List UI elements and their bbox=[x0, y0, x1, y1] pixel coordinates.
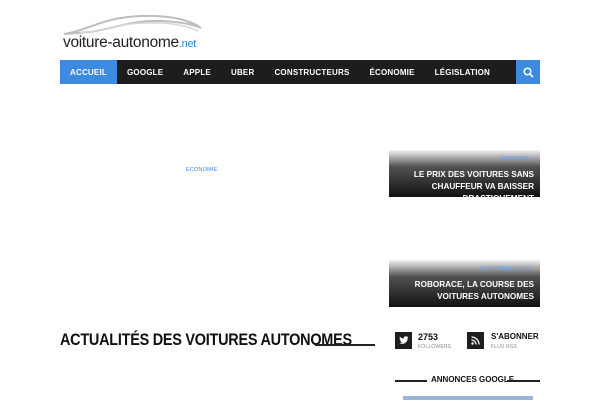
rss-icon bbox=[471, 336, 480, 345]
nav-item-legislation[interactable]: LÉGISLATION bbox=[425, 60, 500, 84]
featured-post-1[interactable]: ÉCONOMIE LE PRIX DES VOITURES SANS CHAUF… bbox=[389, 150, 540, 203]
nav-item-uber[interactable]: UBER bbox=[221, 60, 264, 84]
search-icon bbox=[522, 66, 534, 78]
ads-title: ANNONCES GOOGLE bbox=[431, 375, 515, 384]
search-button[interactable] bbox=[516, 60, 540, 84]
ads-divider-right bbox=[507, 380, 540, 382]
nav-item-google[interactable]: GOOGLE bbox=[117, 60, 173, 84]
nav-item-apple[interactable]: APPLE bbox=[173, 60, 221, 84]
featured-post-category[interactable]: ÉCONOMIE bbox=[500, 156, 530, 162]
featured-post-title[interactable]: ROBORACE, LA COURSE DES VOITURES AUTONOM… bbox=[394, 279, 534, 303]
twitter-follower-label: FOLLOWERS bbox=[418, 344, 452, 350]
featured-post-category[interactable]: CONSTRUCTEURS bbox=[480, 266, 530, 272]
ad-banner[interactable] bbox=[403, 396, 533, 400]
ads-divider-left bbox=[395, 380, 427, 382]
twitter-follower-count: 2753 bbox=[418, 332, 439, 342]
section-divider bbox=[315, 344, 375, 346]
rss-button[interactable] bbox=[467, 332, 484, 349]
nav-item-economie[interactable]: ÉCONOMIE bbox=[359, 60, 424, 84]
main-nav: ACCUEIL GOOGLE APPLE UBER CONSTRUCTEURS … bbox=[60, 60, 540, 84]
nav-item-constructeurs[interactable]: CONSTRUCTEURS bbox=[264, 60, 359, 84]
featured-post-title[interactable]: LE PRIX DES VOITURES SANS CHAUFFEUR VA B… bbox=[394, 169, 534, 205]
twitter-button[interactable] bbox=[395, 332, 412, 349]
section-title: ACTUALITÉS DES VOITURES AUTONOMES bbox=[60, 330, 352, 349]
main-featured-category[interactable]: ÉCONOMIE bbox=[186, 167, 218, 173]
featured-post-2[interactable]: CONSTRUCTEURS ROBORACE, LA COURSE DES VO… bbox=[389, 260, 540, 307]
site-logo[interactable]: voiture-autonome.net bbox=[60, 12, 205, 52]
twitter-icon bbox=[398, 336, 409, 344]
rss-subscribe-label[interactable]: S'ABONNER bbox=[491, 332, 539, 341]
rss-subscribe-sublabel: FLUX RSS bbox=[491, 344, 518, 350]
nav-item-accueil[interactable]: ACCUEIL bbox=[60, 60, 117, 84]
logo-text: voiture-autonome.net bbox=[63, 34, 196, 51]
